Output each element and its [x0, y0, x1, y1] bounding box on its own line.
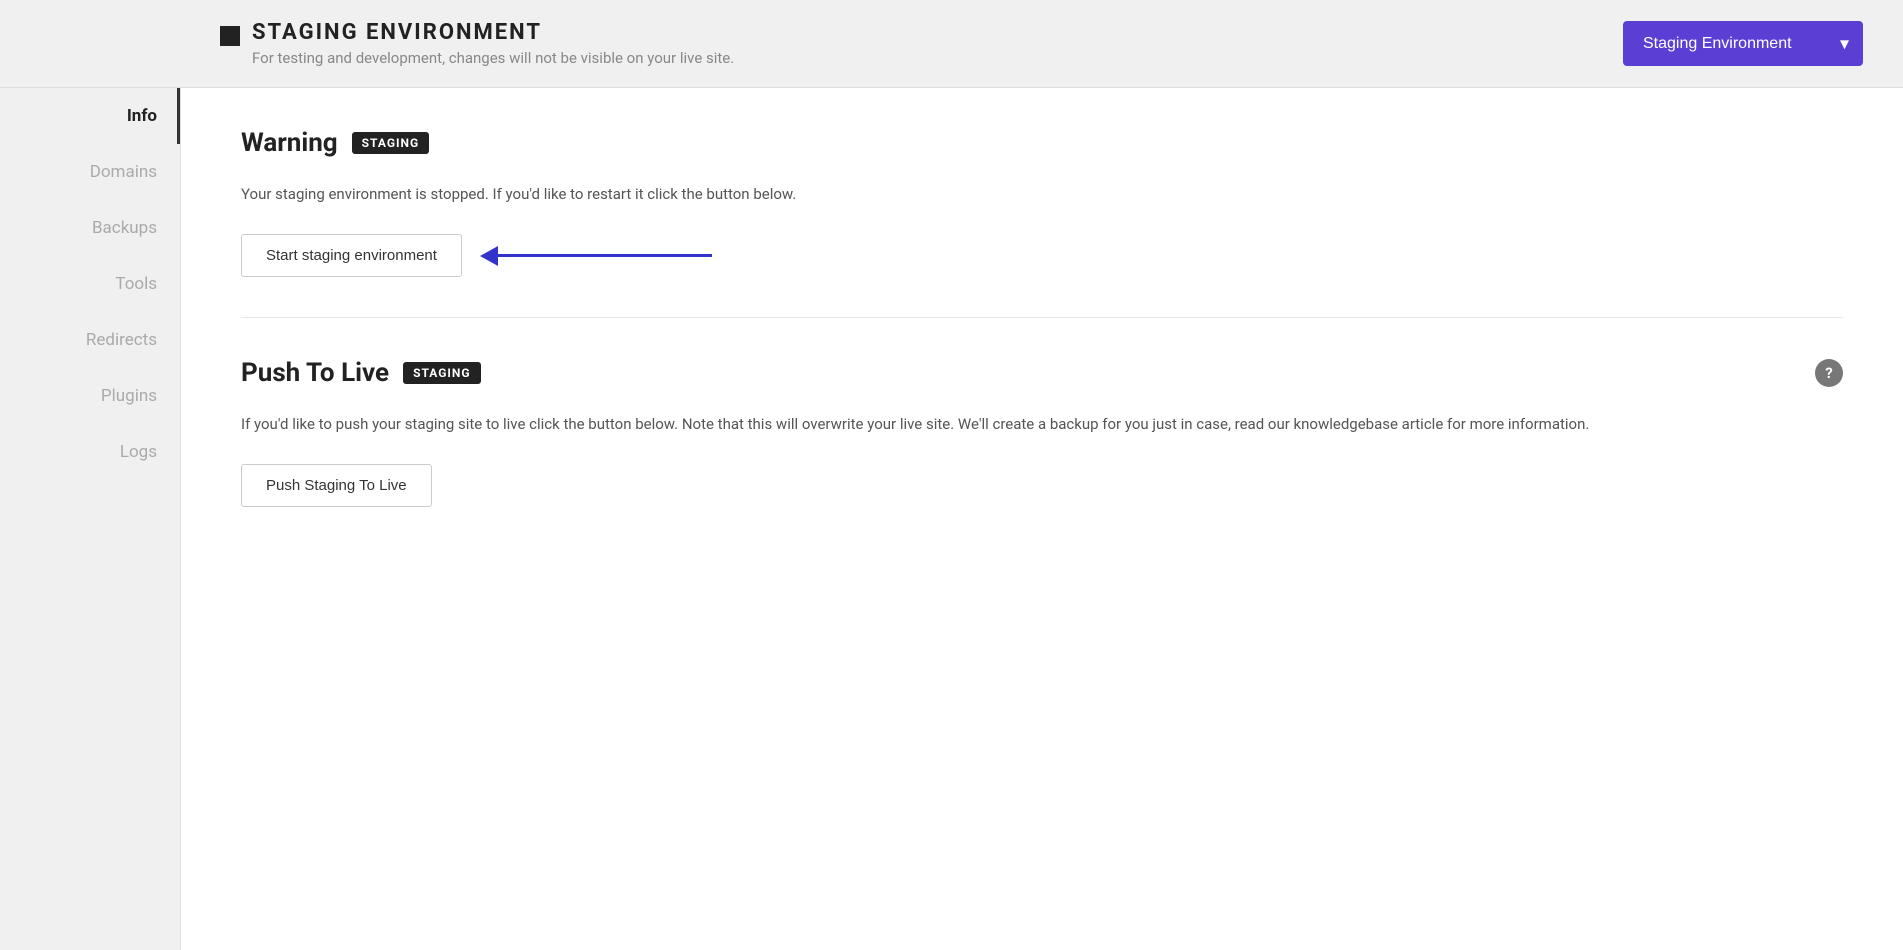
header-left: STAGING ENVIRONMENT For testing and deve…	[220, 20, 734, 67]
push-staging-to-live-button[interactable]: Push Staging To Live	[241, 464, 432, 507]
sidebar-item-domains[interactable]: Domains	[0, 144, 180, 200]
push-title: Push To Live	[241, 358, 389, 388]
top-header: STAGING ENVIRONMENT For testing and deve…	[0, 0, 1903, 88]
sidebar: Info Domains Backups Tools Redirects Plu…	[0, 88, 180, 950]
push-title-group: Push To Live STAGING	[241, 358, 481, 388]
environment-dropdown[interactable]: Staging Environment Live Environment	[1623, 21, 1863, 66]
start-staging-button[interactable]: Start staging environment	[241, 234, 462, 277]
push-description: If you'd like to push your staging site …	[241, 412, 1843, 436]
page-subtitle: For testing and development, changes wil…	[252, 49, 734, 67]
warning-section: Warning STAGING Your staging environment…	[241, 128, 1843, 277]
push-to-live-section: Push To Live STAGING ? If you'd like to …	[241, 358, 1843, 507]
arrow-line	[492, 254, 712, 257]
section-divider	[241, 317, 1843, 318]
push-section-header: Push To Live STAGING ?	[241, 358, 1843, 388]
sidebar-item-tools[interactable]: Tools	[0, 256, 180, 312]
content-inner: Warning STAGING Your staging environment…	[181, 88, 1903, 587]
warning-section-header: Warning STAGING	[241, 128, 1843, 158]
sidebar-item-backups[interactable]: Backups	[0, 200, 180, 256]
sidebar-item-logs[interactable]: Logs	[0, 424, 180, 480]
arrow-container	[492, 254, 712, 257]
environment-dropdown-wrapper[interactable]: Staging Environment Live Environment	[1623, 21, 1863, 66]
warning-description: Your staging environment is stopped. If …	[241, 182, 1843, 206]
push-action-row: Push Staging To Live	[241, 464, 1843, 507]
sidebar-item-info[interactable]: Info	[0, 88, 180, 144]
header-title-group: STAGING ENVIRONMENT For testing and deve…	[252, 20, 734, 67]
main-layout: Info Domains Backups Tools Redirects Plu…	[0, 88, 1903, 950]
staging-icon	[220, 26, 240, 46]
push-badge: STAGING	[403, 362, 481, 384]
warning-badge: STAGING	[352, 132, 430, 154]
help-icon[interactable]: ?	[1815, 359, 1843, 387]
warning-title: Warning	[241, 128, 338, 158]
sidebar-item-redirects[interactable]: Redirects	[0, 312, 180, 368]
warning-action-row: Start staging environment	[241, 234, 1843, 277]
content-area: Warning STAGING Your staging environment…	[180, 88, 1903, 950]
sidebar-item-plugins[interactable]: Plugins	[0, 368, 180, 424]
page-title: STAGING ENVIRONMENT	[252, 20, 734, 45]
